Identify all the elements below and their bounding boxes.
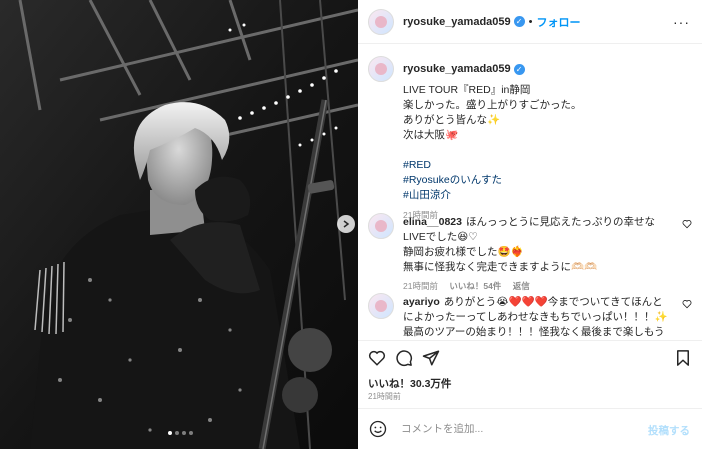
comment-input[interactable] — [401, 423, 631, 435]
like-icon[interactable] — [368, 349, 386, 367]
reply-button[interactable]: 返信 — [513, 281, 530, 291]
comment-username[interactable]: elina__0823 — [403, 216, 462, 228]
post-comment-button[interactable]: 投稿する — [648, 423, 690, 438]
caption-header: ryosuke_yamada059 ✓ — [368, 56, 525, 82]
avatar[interactable] — [368, 213, 394, 239]
carousel-dot — [189, 431, 193, 435]
comment-box: 投稿する — [358, 408, 702, 449]
post-modal: ryosuke_yamada059 ✓ • フォロー ··· ryosuke_y… — [0, 0, 702, 449]
comment-icon[interactable] — [395, 349, 413, 367]
emoji-icon[interactable] — [369, 420, 387, 438]
caption-line: LIVE TOUR『RED』in静岡 — [403, 84, 531, 96]
author-username[interactable]: ryosuke_yamada059 — [403, 16, 511, 28]
caption-username[interactable]: ryosuke_yamada059 — [403, 63, 511, 75]
verified-icon: ✓ — [513, 63, 525, 75]
next-slide-button[interactable] — [337, 215, 355, 233]
hashtag-link[interactable]: #Ryosukeのいんすた — [403, 173, 683, 188]
carousel-dot — [175, 431, 179, 435]
avatar[interactable] — [368, 56, 394, 82]
caption-line: 次は大阪🐙 — [403, 129, 459, 141]
comment-meta: 21時間前 いいね！54件 返信 — [403, 279, 673, 294]
comment-text: ayariyo ありがとう😭❤️❤️❤️今までついてきてほんとによかったーってしあ… — [403, 295, 673, 340]
comment-like-icon[interactable] — [682, 219, 692, 229]
avatar[interactable] — [368, 8, 394, 35]
post-timestamp: 21時間前 — [368, 392, 401, 401]
carousel-dot — [182, 431, 186, 435]
caption-body: LIVE TOUR『RED』in静岡 楽しかった。盛り上がりすごかった。 ありが… — [403, 83, 683, 223]
hashtag-link[interactable]: #山田涼介 — [403, 188, 683, 203]
caption-line: ありがとう皆んな✨ — [403, 114, 501, 126]
comment-line: 静岡お疲れ様でした🤩❤️‍🔥 — [403, 246, 524, 258]
comment-like-icon[interactable] — [682, 299, 692, 309]
separator-dot: • — [528, 15, 533, 28]
comments-scroll-area[interactable]: ryosuke_yamada059 ✓ LIVE TOUR『RED』in静岡 楽… — [358, 45, 702, 340]
carousel-indicator — [168, 431, 193, 435]
verified-icon: ✓ — [513, 16, 525, 27]
comment-line: 無事に怪我なく完走できますように🫶🏻🫶🏻 — [403, 261, 598, 273]
save-icon[interactable] — [674, 349, 692, 367]
post-image — [0, 0, 358, 449]
comment-likes[interactable]: いいね！54件 — [449, 281, 501, 291]
comment-timestamp: 21時間前 — [403, 281, 438, 291]
share-icon[interactable] — [422, 349, 440, 367]
comment-username[interactable]: ayariyo — [403, 296, 440, 308]
hashtag-link[interactable]: #RED — [403, 158, 683, 173]
post-header: ryosuke_yamada059 ✓ • フォロー ··· — [358, 0, 702, 44]
comment-text: elina__0823 ほんっっとうに見応えたっぷりの幸せなLIVEでした😆♡ 静… — [403, 215, 673, 294]
likes-count[interactable]: いいね！30.3万件 — [368, 376, 451, 391]
post-actions — [358, 340, 702, 374]
post-details-panel: ryosuke_yamada059 ✓ • フォロー ··· ryosuke_y… — [358, 0, 702, 449]
chevron-right-icon — [343, 220, 350, 228]
more-options-icon[interactable]: ··· — [673, 14, 690, 30]
post-photo[interactable] — [0, 0, 358, 449]
caption-line: 楽しかった。盛り上がりすごかった。 — [403, 99, 582, 111]
follow-button[interactable]: フォロー — [537, 14, 581, 30]
comment-line: ありがとう😭❤️❤️❤️今までついてきてほんとによかったーってしあわせなきもちで… — [403, 296, 668, 338]
avatar[interactable] — [368, 293, 394, 319]
carousel-dot — [168, 431, 172, 435]
